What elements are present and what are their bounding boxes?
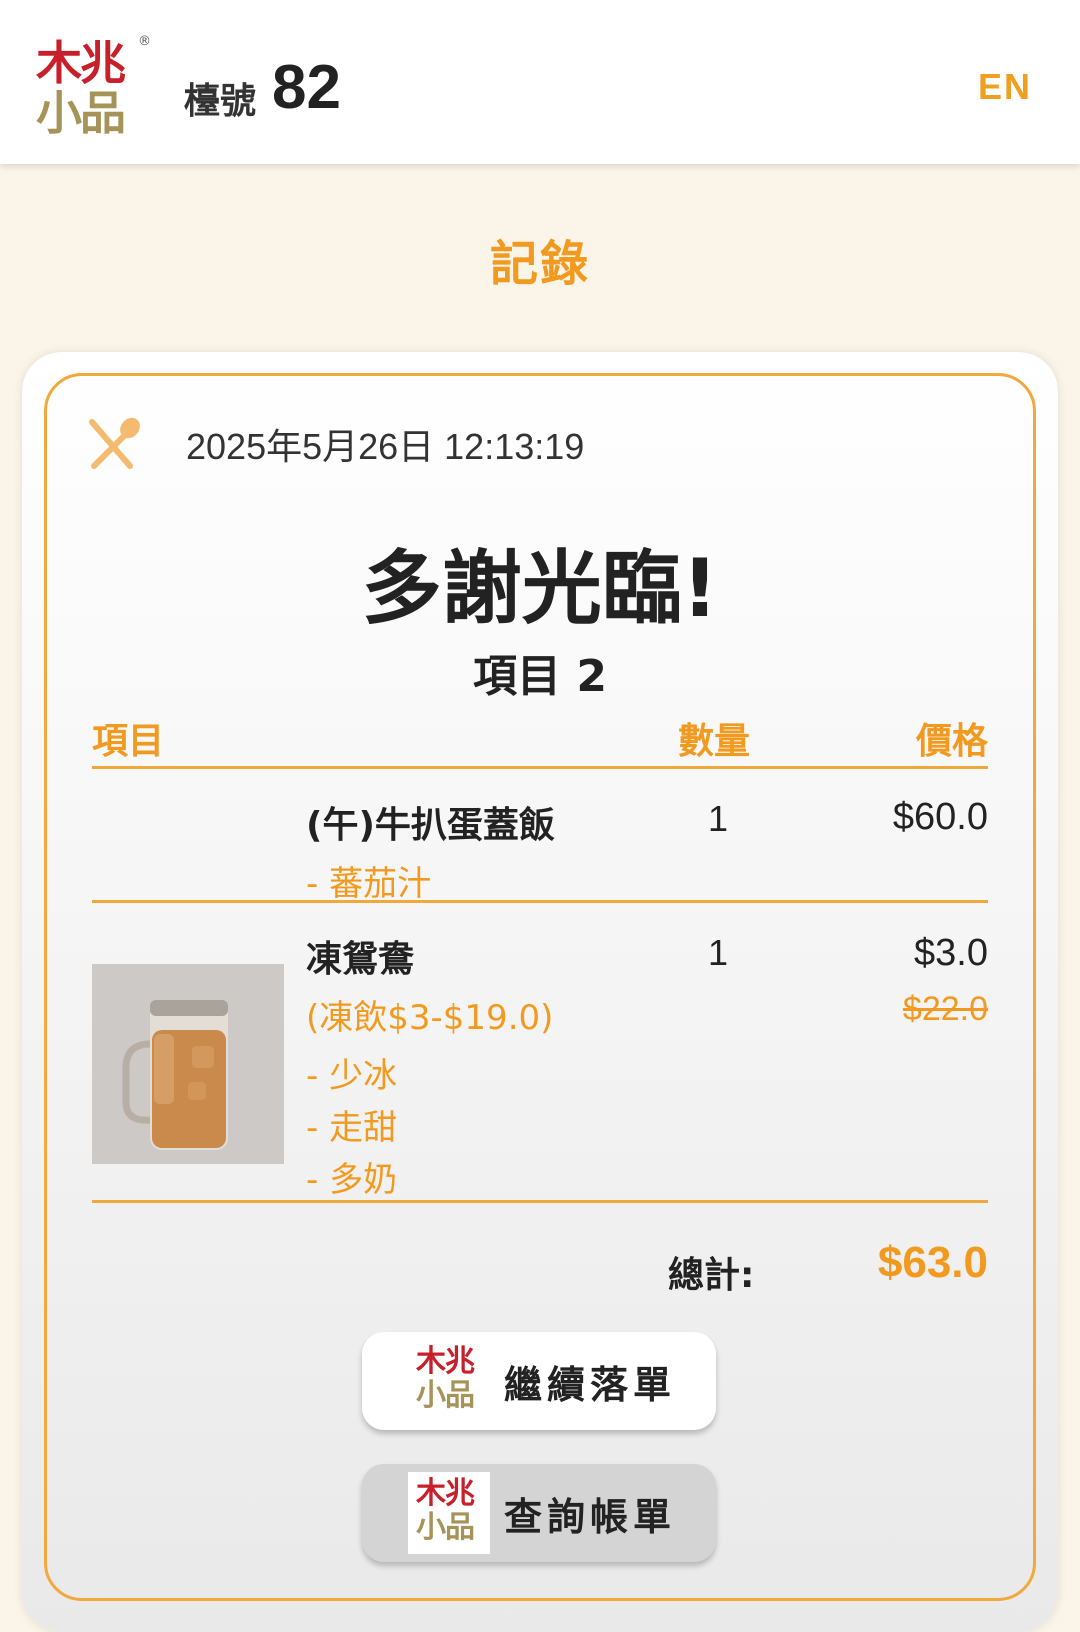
item-1-name: (午)牛扒蛋蓋飯	[306, 805, 555, 846]
logo-line-2: 小品	[416, 1378, 475, 1413]
column-header-qty: 數量	[678, 721, 751, 762]
logo-line-1: 木兆	[416, 1344, 475, 1379]
iced-milk-tea-glass-image	[92, 964, 284, 1164]
column-header-price: 價格	[915, 721, 988, 762]
logo-line-1: 木兆	[36, 36, 126, 90]
check-bill-label: 查詢帳單	[504, 1494, 677, 1539]
logo-line-2: 小品	[36, 86, 126, 140]
total-label: 總計:	[668, 1255, 755, 1296]
item-2-qty: 1	[708, 932, 729, 973]
brand-logo: 木兆 小品 ®	[34, 34, 154, 142]
page-title: 記錄	[489, 236, 590, 292]
row-divider	[92, 900, 988, 903]
item-2-option-3: - 多奶	[306, 1160, 398, 1200]
language-toggle-button[interactable]: EN	[978, 66, 1032, 108]
logo-line-1: 木兆	[416, 1476, 475, 1511]
item-2-image	[92, 964, 284, 1164]
fork-spoon-icon	[89, 417, 140, 469]
item-2-name: 凍鴛鴦	[306, 939, 415, 980]
continue-order-button[interactable]: 木兆 小品 繼續落單	[362, 1332, 716, 1430]
table-label: 檯號	[184, 81, 257, 122]
item-1-qty: 1	[708, 798, 729, 839]
item-2-original-price: $22.0	[902, 990, 988, 1028]
continue-order-label: 繼續落單	[504, 1362, 677, 1407]
item-1-option: - 蕃茄汁	[306, 864, 432, 904]
table-number: 82	[272, 53, 341, 122]
item-1-price: $60.0	[892, 796, 988, 838]
thank-you-heading: 多謝光臨!	[361, 542, 719, 635]
item-2-promo: (凍飲$3-$19.0)	[306, 998, 554, 1038]
registered-mark: ®	[138, 34, 151, 49]
item-2-option-1: - 少冰	[306, 1056, 398, 1096]
header-divider	[92, 766, 988, 769]
brand-logo-icon: 木兆 小品	[408, 1472, 490, 1554]
item-2-option-2: - 走甜	[306, 1108, 398, 1148]
column-header-item: 項目	[92, 721, 165, 762]
item-2-price: $3.0	[914, 932, 988, 974]
total-value: $63.0	[877, 1238, 988, 1287]
brand-logo-icon: 木兆 小品	[408, 1340, 490, 1422]
logo-line-2: 小品	[416, 1510, 475, 1545]
items-count: 項目 2	[473, 651, 607, 702]
row-divider	[92, 1200, 988, 1203]
check-bill-button[interactable]: 木兆 小品 查詢帳單	[362, 1464, 716, 1562]
app-header: 木兆 小品 ® 檯號 82 EN	[0, 0, 1080, 164]
order-datetime: 2025年5月26日 12:13:19	[186, 426, 585, 467]
